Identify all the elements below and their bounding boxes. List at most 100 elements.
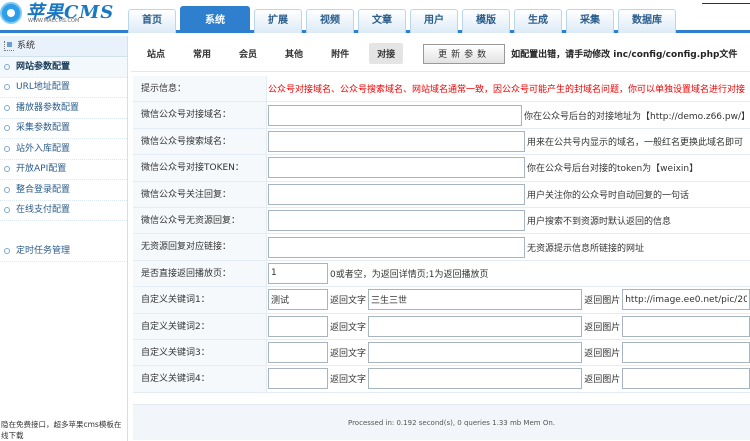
sidebar-item-player-config[interactable]: 播放器参数配置: [0, 98, 127, 119]
field-label: 无资源回复对应链接：: [133, 234, 267, 260]
form-row: 微信公众号对接TOKEN： 你在公众号后台对接的token为【weixin】: [133, 155, 750, 182]
tab-docking[interactable]: 对接: [369, 43, 404, 64]
field-label: 自定义关键词3：: [133, 339, 267, 366]
tab-site[interactable]: 站点: [147, 47, 165, 60]
keyword-input[interactable]: [268, 368, 328, 390]
top-header: 苹果CMS WWW.MACCMS.COM 首页 系统 扩展 视频 文章 用户 模…: [0, 0, 750, 33]
sidebar-item-url-config[interactable]: URL地址配置: [0, 78, 127, 98]
nav-video[interactable]: 视频: [306, 9, 354, 33]
field-desc: 无资源提示信息所链接的网址: [527, 243, 645, 254]
return-text-label: 返回文字: [330, 322, 367, 333]
field-desc: 0或者空，为返回详情页;1为返回播放页: [330, 269, 489, 280]
noresource-link-input[interactable]: [268, 236, 525, 258]
logo-url: WWW.MACCMS.COM: [28, 18, 80, 24]
bullet-icon: [4, 63, 10, 70]
sidebar-item-api-config[interactable]: 开放API配置: [0, 160, 127, 180]
bullet-icon: [4, 125, 10, 132]
wechat-follow-reply-input[interactable]: [268, 183, 525, 205]
main-nav: 首页 系统 扩展 视频 文章 用户 模版 生成 采集 数据库: [128, 6, 680, 33]
keyword-input[interactable]: [268, 289, 328, 311]
sidebar-item-cron[interactable]: 定时任务管理: [0, 241, 127, 262]
main-panel: 站点 常用 会员 其他 附件 对接 更新参数 如配置出错，请手动修改 inc/c…: [131, 36, 750, 441]
return-image-input[interactable]: [622, 289, 750, 311]
sidebar: 系统 网站参数配置 URL地址配置 播放器参数配置 采集参数配置 站外入库配置 …: [0, 36, 128, 441]
keyword-row: 自定义关键词3： 返回文字 返回图片: [133, 339, 750, 367]
sidebar-header[interactable]: 系统: [0, 36, 127, 57]
return-image-label: 返回图片: [584, 296, 621, 307]
form-row-notice: 提示信息： 公众号对接域名、公众号搜索域名、网站域名通常一致，因公众号可能产生的…: [133, 76, 750, 103]
nav-system[interactable]: 系统: [180, 6, 250, 33]
return-image-label: 返回图片: [584, 349, 621, 360]
bullet-icon: [4, 207, 10, 214]
tab-attachment[interactable]: 附件: [331, 47, 349, 60]
return-text-input[interactable]: [368, 342, 583, 364]
tab-other[interactable]: 其他: [285, 47, 303, 60]
field-desc: 用户搜索不到资源时默认返回的信息: [527, 217, 672, 228]
direct-play-input[interactable]: [268, 262, 328, 284]
form-row: 微信公众号关注回复： 用户关注你的公众号时自动回复的一句话: [133, 181, 750, 208]
nav-generate[interactable]: 生成: [514, 9, 562, 33]
tree-icon: [4, 41, 14, 51]
bullet-icon: [4, 166, 10, 173]
wechat-noresource-reply-input[interactable]: [268, 210, 525, 232]
return-image-input[interactable]: [622, 368, 750, 390]
sub-tabs: 站点 常用 会员 其他 附件 对接 更新参数 如配置出错，请手动修改 inc/c…: [131, 36, 750, 72]
sidebar-footer[interactable]: 隐在免费接口，超多苹果cms模板在线下载: [0, 419, 128, 441]
return-text-input[interactable]: [368, 315, 583, 337]
return-image-input[interactable]: [622, 342, 750, 364]
wechat-token-input[interactable]: [268, 157, 525, 179]
nav-extend[interactable]: 扩展: [254, 9, 302, 33]
form-row: 微信公众号无资源回复： 用户搜索不到资源时默认返回的信息: [133, 207, 750, 235]
sidebar-item-import-config[interactable]: 站外入库配置: [0, 139, 127, 160]
nav-home[interactable]: 首页: [128, 9, 176, 33]
form-row: 微信公众号搜索域名： 用来在公共号内显示的域名，一般红名更换此域名即可: [133, 128, 750, 156]
nav-template[interactable]: 模版: [462, 9, 510, 33]
page-footer: Processed in: 0.192 second(s), 0 queries…: [133, 404, 750, 440]
keyword-input[interactable]: [268, 342, 328, 364]
bullet-icon: [4, 84, 10, 91]
field-desc: 用户关注你的公众号时自动回复的一句话: [527, 190, 690, 201]
keyword-input[interactable]: [268, 315, 328, 337]
field-label: 是否直接返回播放页：: [133, 260, 267, 287]
nav-article[interactable]: 文章: [358, 9, 406, 33]
field-desc: 你在公众号后台对接的token为【weixin】: [527, 164, 699, 175]
return-text-input[interactable]: [368, 289, 583, 311]
field-desc: 你在公众号后台的对接地址为【http://demo.z66.pw/】: [524, 111, 750, 122]
nav-collect[interactable]: 采集: [566, 9, 614, 33]
bullet-icon: [4, 145, 10, 152]
bullet-icon: [4, 104, 10, 111]
field-label: 微信公众号对接TOKEN：: [133, 155, 267, 181]
field-label: 微信公众号搜索域名：: [133, 128, 267, 155]
update-params-button[interactable]: 更新参数: [423, 43, 506, 64]
form-row: 微信公众号对接域名： 你在公众号后台的对接地址为【http://demo.z66…: [133, 102, 750, 129]
bullet-icon: [4, 247, 10, 254]
top-right-links[interactable]: [702, 0, 750, 4]
nav-database[interactable]: 数据库: [618, 9, 676, 33]
sidebar-item-site-config[interactable]: 网站参数配置: [0, 57, 127, 78]
maccms-logo[interactable]: 苹果CMS WWW.MACCMS.COM: [0, 0, 135, 32]
keyword-row: 自定义关键词2： 返回文字 返回图片: [133, 313, 750, 340]
field-label: 自定义关键词4：: [133, 366, 267, 392]
nav-user[interactable]: 用户: [410, 9, 458, 33]
tab-member[interactable]: 会员: [239, 47, 257, 60]
field-label: 自定义关键词1：: [133, 287, 267, 313]
field-desc: 用来在公共号内显示的域名，一般红名更换此域名即可: [527, 137, 744, 148]
sidebar-item-pay-config[interactable]: 在线支付配置: [0, 201, 127, 221]
wechat-config-form: 提示信息： 公众号对接域名、公众号搜索域名、网站域名通常一致，因公众号可能产生的…: [133, 76, 750, 393]
return-image-label: 返回图片: [584, 375, 621, 386]
tab-common[interactable]: 常用: [193, 47, 211, 60]
return-text-label: 返回文字: [330, 349, 367, 360]
wechat-search-domain-input[interactable]: [268, 130, 525, 152]
return-text-label: 返回文字: [330, 296, 367, 307]
return-text-input[interactable]: [368, 368, 583, 390]
return-image-input[interactable]: [622, 315, 750, 337]
keyword-row: 自定义关键词4： 返回文字 返回图片: [133, 366, 750, 393]
sidebar-item-login-config[interactable]: 整合登录配置: [0, 180, 127, 201]
update-note: 如配置出错，请手动修改 inc/config/config.php文件: [511, 50, 738, 60]
field-label: 自定义关键词2：: [133, 313, 267, 339]
wechat-domain-input[interactable]: [268, 104, 523, 126]
sidebar-title: 系统: [17, 40, 36, 51]
sidebar-item-collect-config[interactable]: 采集参数配置: [0, 119, 127, 139]
return-text-label: 返回文字: [330, 375, 367, 386]
